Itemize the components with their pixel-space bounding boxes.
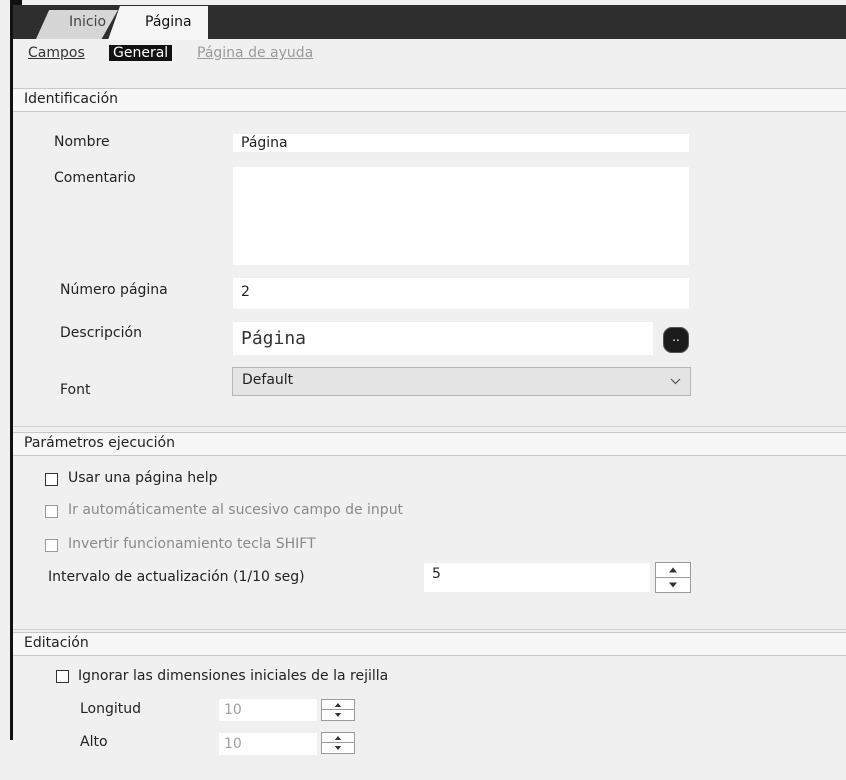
tab-inicio-label: Inicio — [69, 14, 107, 30]
section-editacion-header: Editación — [13, 632, 846, 656]
alto-label: Alto — [80, 734, 108, 750]
invertir-shift-checkbox — [45, 539, 58, 552]
arrow-down-icon — [334, 746, 342, 750]
longitud-input: 10 — [218, 698, 318, 722]
longitud-label: Longitud — [80, 701, 142, 717]
alto-up-button — [322, 733, 354, 743]
usar-help-checkbox[interactable] — [45, 473, 58, 486]
longitud-down-button — [322, 710, 354, 720]
nombre-label: Nombre — [54, 134, 110, 150]
ir-auto-label: Ir automáticamente al sucesivo campo de … — [68, 502, 404, 518]
comentario-label: Comentario — [54, 170, 136, 186]
font-select[interactable]: Default — [232, 367, 691, 396]
tab-pagina-label: Página — [145, 14, 192, 30]
tab-pagina[interactable]: Página — [108, 6, 208, 40]
intervalo-up-button[interactable] — [656, 563, 690, 578]
intervalo-spinner[interactable] — [655, 562, 691, 593]
descripcion-label: Descripción — [60, 325, 142, 341]
alto-spinner — [321, 732, 355, 754]
ir-auto-checkbox — [45, 505, 58, 518]
arrow-up-icon — [334, 702, 342, 707]
descripcion-edit-button[interactable]: .. — [663, 327, 689, 353]
longitud-up-button — [322, 700, 354, 710]
intervalo-label: Intervalo de actualización (1/10 seg) — [48, 569, 305, 585]
section-identificacion-title: Identificación — [24, 91, 119, 107]
section-identificacion-header: Identificación — [13, 88, 846, 112]
ignorar-dimensiones-checkbox[interactable] — [56, 670, 69, 683]
subnav-ayuda-link: Página de ayuda — [197, 45, 314, 61]
section-divider — [13, 629, 846, 630]
subnav-general-link[interactable]: General — [109, 45, 173, 61]
descripcion-input[interactable]: Página — [232, 321, 654, 356]
font-label: Font — [60, 382, 91, 398]
arrow-down-icon — [669, 582, 677, 588]
usar-help-label: Usar una página help — [68, 470, 218, 486]
invertir-shift-label: Invertir funcionamiento tecla SHIFT — [68, 536, 316, 552]
subnav-campos-link[interactable]: Campos — [28, 45, 85, 61]
ignorar-dimensiones-label: Ignorar las dimensiones iniciales de la … — [78, 668, 389, 684]
ellipsis-icon: .. — [672, 330, 680, 344]
intervalo-input[interactable]: 5 — [423, 562, 651, 593]
longitud-spinner — [321, 699, 355, 721]
section-parametros-header: Parámetros ejecución — [13, 432, 846, 456]
chevron-down-icon — [670, 378, 681, 385]
numero-pagina-input[interactable]: 2 — [232, 277, 690, 310]
section-editacion-title: Editación — [24, 635, 89, 651]
comentario-textarea[interactable] — [232, 166, 690, 266]
arrow-down-icon — [334, 713, 342, 717]
font-select-value: Default — [242, 372, 294, 388]
nombre-input[interactable]: Página — [232, 133, 690, 153]
arrow-up-icon — [669, 567, 677, 573]
arrow-up-icon — [334, 735, 342, 740]
section-divider — [13, 426, 846, 427]
numero-pagina-label: Número página — [60, 282, 168, 298]
section-parametros-title: Parámetros ejecución — [24, 435, 175, 451]
intervalo-down-button[interactable] — [656, 578, 690, 593]
alto-down-button — [322, 743, 354, 753]
alto-input: 10 — [218, 732, 318, 756]
